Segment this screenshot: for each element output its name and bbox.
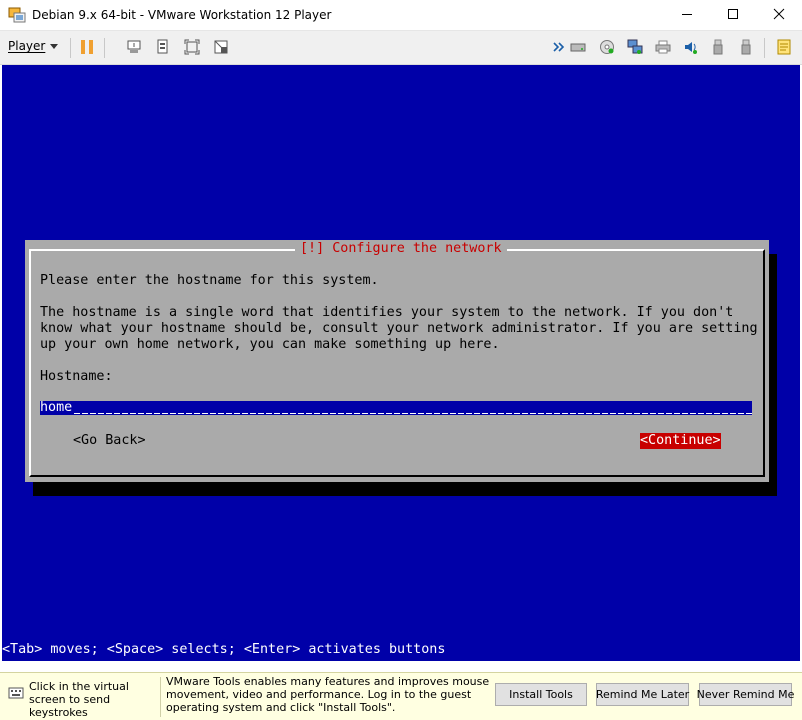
keyboard-help-line: <Tab> moves; <Space> selects; <Enter> ac…	[2, 642, 446, 657]
usb-device-icon	[738, 39, 754, 58]
description-line: up your own home network, you can make s…	[40, 337, 500, 352]
message-log-icon	[776, 39, 792, 58]
forward-arrows-button[interactable]	[549, 38, 569, 58]
continue-button[interactable]: <Continue>	[640, 433, 721, 449]
exit-fullscreen-icon	[213, 39, 229, 58]
fullscreen-icon	[184, 39, 200, 58]
hostname-label: Hostname:	[40, 369, 113, 384]
dialog-title: [!] Configure the network	[295, 241, 507, 257]
message-log-button[interactable]	[774, 38, 794, 58]
player-menu-label: Player	[8, 39, 46, 53]
chevron-down-icon	[50, 44, 59, 49]
unity-button[interactable]	[153, 38, 173, 58]
keyboard-mouse-icon	[8, 685, 24, 701]
window-title: Debian 9.x 64-bit - VMware Workstation 1…	[32, 8, 332, 22]
fullscreen-button[interactable]	[182, 38, 202, 58]
player-menu[interactable]: Player	[8, 39, 59, 53]
pause-button[interactable]	[77, 38, 97, 58]
virtual-machine-screen[interactable]: [!] Configure the network Please enter t…	[2, 65, 800, 661]
cd-dvd-icon	[599, 39, 615, 58]
close-button[interactable]	[756, 0, 802, 31]
usb-device-icon	[710, 39, 726, 58]
printer-button[interactable]	[653, 38, 673, 58]
network-adapter-icon	[627, 39, 643, 58]
never-remind-me-button[interactable]: Never Remind Me	[697, 683, 794, 706]
sound-card-icon	[683, 39, 699, 58]
toolbar-separator	[764, 38, 765, 58]
unity-icon	[155, 39, 171, 58]
toolbar-separator	[104, 38, 105, 58]
network-adapter-button[interactable]	[625, 38, 645, 58]
usb-device-button[interactable]	[708, 38, 728, 58]
pause-icon	[79, 39, 95, 58]
remind-me-later-button[interactable]: Remind Me Later	[596, 683, 689, 706]
hard-disk-button[interactable]	[568, 38, 588, 58]
maximize-icon	[727, 8, 739, 23]
player-toolbar: Player	[0, 31, 802, 65]
vmware-app-icon[interactable]	[8, 7, 26, 23]
printer-icon	[655, 39, 671, 58]
notification-divider	[160, 677, 161, 717]
maximize-button[interactable]	[710, 0, 756, 31]
send-ctrl-alt-del-icon	[126, 39, 142, 58]
title-bar[interactable]: Debian 9.x 64-bit - VMware Workstation 1…	[0, 0, 802, 31]
description-line: know what your hostname should be, consu…	[40, 321, 758, 336]
go-back-button[interactable]: <Go Back>	[73, 433, 146, 449]
hostname-prompt: Please enter the hostname for this syste…	[40, 273, 379, 288]
install-tools-button[interactable]: Install Tools	[495, 683, 587, 706]
forward-arrows-icon	[553, 41, 565, 56]
cd-dvd-button[interactable]	[597, 38, 617, 58]
close-icon	[773, 8, 785, 23]
usb-device-button[interactable]	[736, 38, 756, 58]
click-to-focus-hint: Click in the virtual screen to send keys…	[29, 680, 129, 719]
description-line: The hostname is a single word that ident…	[40, 305, 734, 320]
hard-disk-icon	[570, 39, 586, 58]
minimize-icon	[681, 8, 693, 23]
toolbar-separator	[70, 38, 71, 58]
hostname-input[interactable]: home	[40, 401, 752, 415]
vmware-tools-message: VMware Tools enables many features and i…	[166, 675, 490, 714]
configure-network-dialog: [!] Configure the network Please enter t…	[25, 240, 769, 482]
send-ctrl-alt-del-button[interactable]	[124, 38, 144, 58]
exit-fullscreen-button[interactable]	[211, 38, 231, 58]
minimize-button[interactable]	[664, 0, 710, 31]
sound-card-button[interactable]	[681, 38, 701, 58]
vmware-tools-notification: Click in the virtual screen to send keys…	[0, 672, 802, 720]
